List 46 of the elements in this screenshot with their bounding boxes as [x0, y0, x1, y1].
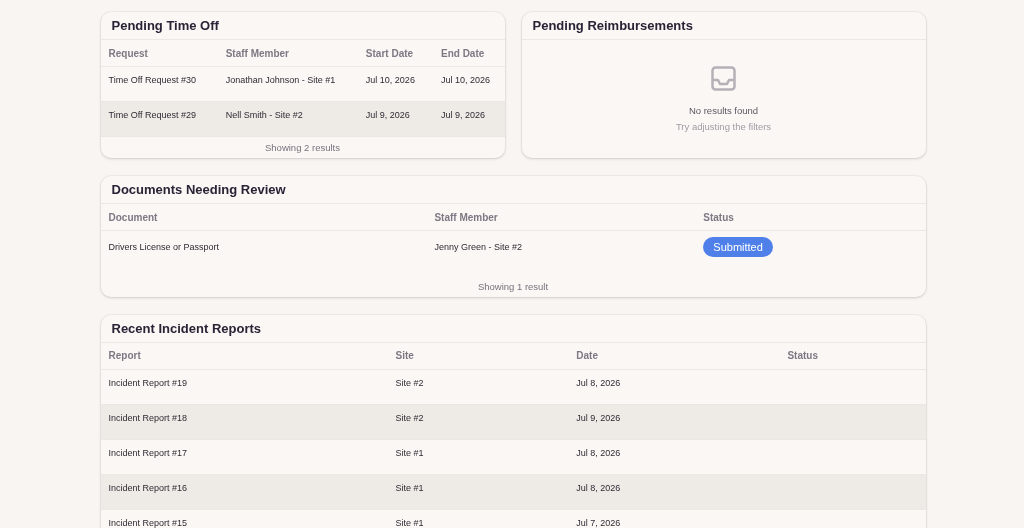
table-cell: Jul 10, 2026 — [365, 75, 415, 85]
empty-hint: Try adjusting the filters — [675, 121, 772, 132]
column-header: End Date — [441, 47, 485, 59]
table-cell: Incident Report #19 — [108, 377, 188, 388]
column-header: Request — [108, 47, 148, 59]
column-header: Date — [576, 350, 598, 361]
table-cell: Time Off Request #29 — [108, 110, 197, 120]
table-cell: Site #2 — [395, 377, 424, 388]
column-header: Status — [703, 211, 734, 223]
table-cell: Jul 7, 2026 — [576, 517, 621, 528]
table-cell: Site #1 — [395, 482, 424, 493]
table-cell: Drivers License or Passport — [108, 242, 220, 253]
table-cell: Jul 9, 2026 — [576, 412, 621, 423]
table-cell: Nell Smith - Site #2 — [225, 110, 303, 120]
table-cell: Incident Report #16 — [108, 482, 188, 493]
column-header: Start Date — [365, 47, 414, 59]
card-title: Recent Incident Reports — [100, 314, 926, 343]
table-cell: Site #2 — [395, 412, 424, 423]
column-header: Status — [787, 350, 818, 361]
table-cell: Jul 8, 2026 — [576, 447, 621, 458]
table-cell: Jonathan Johnson - Site #1 — [225, 75, 336, 85]
column-header: Report — [108, 350, 141, 361]
table-cell: Time Off Request #30 — [108, 75, 197, 85]
card-title: Pending Reimbursements — [521, 12, 926, 40]
empty-message: No results found — [688, 105, 759, 116]
card-title: Documents Needing Review — [100, 176, 926, 204]
column-header: Document — [108, 211, 158, 223]
table-cell: Jul 9, 2026 — [365, 110, 410, 120]
inbox-icon — [711, 66, 736, 91]
results-count: Showing 1 result — [477, 280, 549, 292]
column-header: Site — [395, 350, 414, 361]
column-header: Staff Member — [434, 211, 498, 223]
table-cell: Jul 9, 2026 — [441, 110, 486, 120]
table-cell: Incident Report #15 — [108, 517, 188, 528]
table-cell: Incident Report #18 — [108, 412, 188, 423]
table-cell: Incident Report #17 — [108, 447, 188, 458]
table-cell: Site #1 — [395, 447, 424, 458]
table-cell: Site #1 — [395, 517, 424, 528]
table-cell: Jul 8, 2026 — [576, 482, 621, 493]
column-header: Staff Member — [225, 47, 289, 59]
table-cell: Jenny Green - Site #2 — [434, 242, 522, 253]
table-cell: Jul 8, 2026 — [576, 377, 621, 388]
results-count: Showing 2 results — [265, 142, 340, 153]
status-badge: Submitted — [703, 237, 773, 258]
card-title: Pending Time Off — [100, 12, 505, 40]
table-cell: Jul 10, 2026 — [441, 75, 491, 85]
